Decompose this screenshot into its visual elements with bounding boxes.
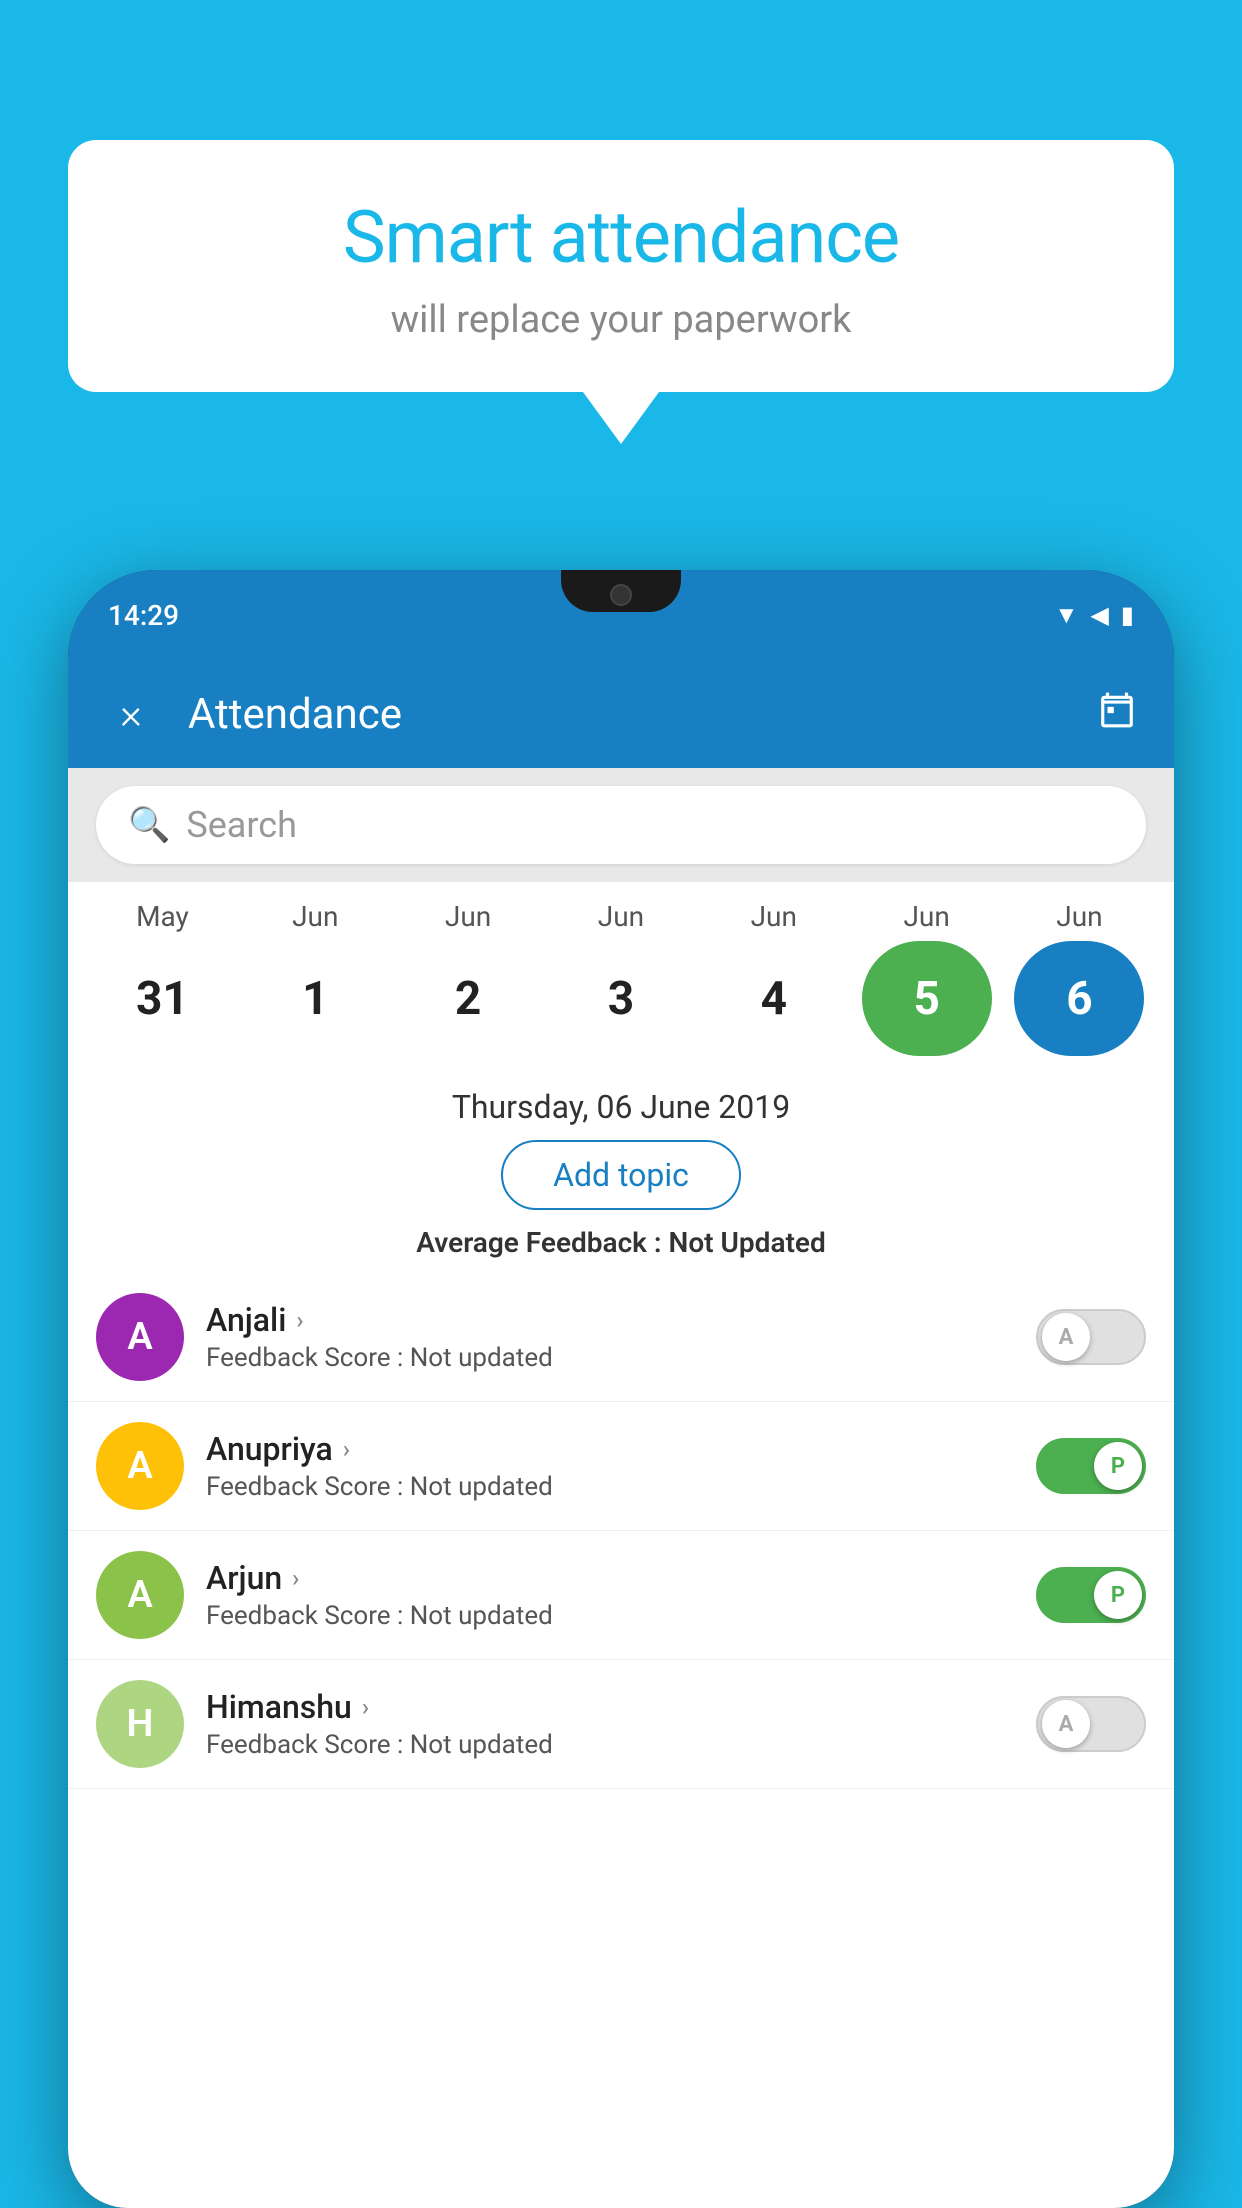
toggle-knob-anupriya: P [1094, 1442, 1142, 1490]
speech-bubble-container: Smart attendance will replace your paper… [68, 140, 1174, 444]
student-name-anjali: Anjali › [206, 1301, 1036, 1339]
month-4: Jun [709, 900, 839, 933]
month-6: Jun [1014, 900, 1144, 933]
month-1: Jun [250, 900, 380, 933]
speech-bubble-subtitle: will replace your paperwork [128, 298, 1114, 342]
toggle-knob-arjun: P [1094, 1571, 1142, 1619]
cal-day-3[interactable]: 3 [556, 941, 686, 1056]
cal-day-1[interactable]: 1 [250, 941, 380, 1056]
toggle-present-arjun[interactable]: P [1036, 1567, 1146, 1623]
search-bar[interactable]: 🔍 Search [96, 786, 1146, 864]
calendar-icon[interactable] [1098, 691, 1136, 738]
attendance-toggle-himanshu[interactable]: A [1036, 1696, 1146, 1752]
avg-feedback: Average Feedback : Not Updated [68, 1226, 1174, 1259]
avatar-arjun: A [96, 1551, 184, 1639]
student-name-arjun: Arjun › [206, 1559, 1036, 1597]
attendance-toggle-anupriya[interactable]: P [1036, 1438, 1146, 1494]
close-button[interactable]: × [106, 690, 156, 739]
date-info: Thursday, 06 June 2019 Add topic Average… [68, 1070, 1174, 1273]
signal-icon: ◀ [1090, 601, 1108, 629]
attendance-toggle-anjali[interactable]: A [1036, 1309, 1146, 1365]
app-screen: × Attendance 🔍 Search May Jun Jun Jun Ju… [68, 660, 1174, 2208]
app-title: Attendance [188, 690, 1098, 739]
student-feedback-anjali: Feedback Score : Not updated [206, 1343, 1036, 1373]
student-info-himanshu: Himanshu › Feedback Score : Not updated [206, 1688, 1036, 1760]
avatar-anupriya: A [96, 1422, 184, 1510]
search-icon: 🔍 [128, 805, 170, 845]
status-bar: 14:29 ▼ ◀ ▮ [68, 570, 1174, 660]
toggle-absent-anjali[interactable]: A [1036, 1309, 1146, 1365]
student-list: A Anjali › Feedback Score : Not updated … [68, 1273, 1174, 2208]
chevron-right-icon: › [362, 1693, 369, 1721]
search-container: 🔍 Search [68, 768, 1174, 882]
cal-day-5-selected[interactable]: 5 [862, 941, 992, 1056]
wifi-icon: ▼ [1055, 601, 1079, 630]
calendar-strip: May Jun Jun Jun Jun Jun Jun 31 1 2 3 4 5… [68, 882, 1174, 1070]
student-item-anupriya[interactable]: A Anupriya › Feedback Score : Not update… [68, 1402, 1174, 1531]
status-icons: ▼ ◀ ▮ [1055, 601, 1134, 630]
phone-notch [561, 570, 681, 612]
student-item-arjun[interactable]: A Arjun › Feedback Score : Not updated P [68, 1531, 1174, 1660]
student-info-anjali: Anjali › Feedback Score : Not updated [206, 1301, 1036, 1373]
month-0: May [97, 900, 227, 933]
student-info-arjun: Arjun › Feedback Score : Not updated [206, 1559, 1036, 1631]
chevron-right-icon: › [292, 1564, 299, 1592]
calendar-months: May Jun Jun Jun Jun Jun Jun [86, 900, 1156, 933]
student-info-anupriya: Anupriya › Feedback Score : Not updated [206, 1430, 1036, 1502]
toggle-knob-anjali: A [1042, 1313, 1090, 1361]
speech-bubble-tail [583, 392, 659, 444]
student-name-anupriya: Anupriya › [206, 1430, 1036, 1468]
selected-date-label: Thursday, 06 June 2019 [68, 1088, 1174, 1126]
cal-day-4[interactable]: 4 [709, 941, 839, 1056]
speech-bubble-title: Smart attendance [128, 195, 1114, 280]
chevron-right-icon: › [296, 1306, 303, 1334]
avatar-anjali: A [96, 1293, 184, 1381]
chevron-right-icon: › [343, 1435, 350, 1463]
battery-icon: ▮ [1121, 601, 1134, 629]
cal-day-6-today[interactable]: 6 [1014, 941, 1144, 1056]
calendar-days: 31 1 2 3 4 5 6 [86, 941, 1156, 1070]
avg-feedback-label: Average Feedback : [416, 1226, 668, 1259]
avatar-himanshu: H [96, 1680, 184, 1768]
speech-bubble: Smart attendance will replace your paper… [68, 140, 1174, 392]
toggle-absent-himanshu[interactable]: A [1036, 1696, 1146, 1752]
phone-frame: 14:29 ▼ ◀ ▮ × Attendance 🔍 Search [68, 570, 1174, 2208]
student-name-himanshu: Himanshu › [206, 1688, 1036, 1726]
status-time: 14:29 [108, 599, 179, 632]
month-3: Jun [556, 900, 686, 933]
student-feedback-arjun: Feedback Score : Not updated [206, 1601, 1036, 1631]
student-feedback-anupriya: Feedback Score : Not updated [206, 1472, 1036, 1502]
student-feedback-himanshu: Feedback Score : Not updated [206, 1730, 1036, 1760]
cal-day-2[interactable]: 2 [403, 941, 533, 1056]
app-header: × Attendance [68, 660, 1174, 768]
toggle-present-anupriya[interactable]: P [1036, 1438, 1146, 1494]
month-2: Jun [403, 900, 533, 933]
search-placeholder: Search [186, 804, 297, 846]
student-item-anjali[interactable]: A Anjali › Feedback Score : Not updated … [68, 1273, 1174, 1402]
avg-feedback-value: Not Updated [669, 1226, 826, 1259]
student-item-himanshu[interactable]: H Himanshu › Feedback Score : Not update… [68, 1660, 1174, 1789]
add-topic-button[interactable]: Add topic [501, 1140, 741, 1210]
toggle-knob-himanshu: A [1042, 1700, 1090, 1748]
phone-camera [610, 584, 632, 606]
month-5: Jun [862, 900, 992, 933]
attendance-toggle-arjun[interactable]: P [1036, 1567, 1146, 1623]
cal-day-31[interactable]: 31 [97, 941, 227, 1056]
